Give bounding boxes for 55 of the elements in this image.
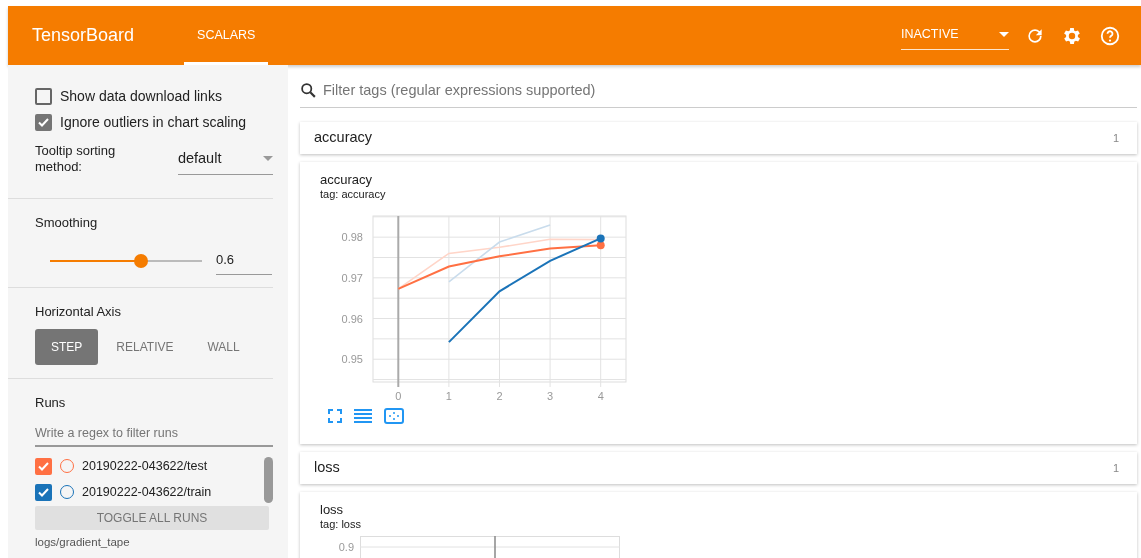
check-icon bbox=[38, 487, 49, 497]
y-tick-label: 0.97 bbox=[341, 271, 363, 284]
scrollbar[interactable] bbox=[264, 457, 273, 504]
x-tick-label: 2 bbox=[496, 389, 503, 402]
tooltip-sorting-label: Tooltip sorting method: bbox=[35, 143, 117, 176]
category-name: loss bbox=[314, 457, 340, 477]
help-icon[interactable] bbox=[1099, 24, 1121, 47]
chart-tag: tag: accuracy bbox=[320, 187, 1117, 202]
run-status-dropdown[interactable]: INACTIVE bbox=[901, 21, 1009, 50]
search-icon bbox=[300, 82, 317, 100]
checkbox[interactable] bbox=[35, 113, 52, 131]
y-tick-label: 0.98 bbox=[341, 230, 363, 243]
y-tick-label: 0.9 bbox=[337, 540, 355, 553]
check-icon bbox=[38, 461, 49, 471]
checkbox-label: Show data download links bbox=[60, 86, 222, 106]
y-tick-label: 0.96 bbox=[341, 312, 363, 325]
category-name: accuracy bbox=[314, 127, 373, 147]
toggle-all-runs-button[interactable]: TOGGLE ALL RUNS bbox=[35, 506, 269, 531]
section-title: Horizontal Axis bbox=[35, 302, 122, 321]
run-name: 20190222-043622/train bbox=[82, 483, 212, 501]
category-header[interactable]: loss 1 bbox=[300, 451, 1137, 484]
x-tick-label: 3 bbox=[547, 389, 554, 402]
category-header[interactable]: accuracy 1 bbox=[300, 121, 1137, 154]
axis-option-button[interactable]: STEP bbox=[35, 329, 99, 365]
caret-icon bbox=[263, 156, 273, 162]
tag-filter-field[interactable]: Filter tags (regular expressions supported) bbox=[321, 79, 1137, 103]
chart-title: loss bbox=[320, 501, 345, 518]
count-label: 1 bbox=[1112, 130, 1119, 146]
section-title: Runs bbox=[35, 394, 67, 412]
run-filter-field[interactable]: Write a regex to filter runs bbox=[35, 420, 273, 448]
smoothing-value-field[interactable]: 0.6 bbox=[216, 248, 272, 275]
app-title: TensorBoard bbox=[32, 24, 135, 47]
count-label: 1 bbox=[1112, 460, 1119, 476]
run-checkbox[interactable] bbox=[35, 457, 52, 475]
y-tick-label: 0.95 bbox=[341, 352, 363, 365]
section-title: Smoothing bbox=[35, 213, 99, 232]
chart-tag: tag: loss bbox=[320, 517, 1117, 532]
checkbox-label: Ignore outliers in chart scaling bbox=[60, 112, 246, 132]
fullscreen-icon[interactable] bbox=[328, 408, 342, 423]
x-tick-label: 4 bbox=[597, 389, 604, 402]
series-end-dot bbox=[596, 240, 605, 249]
caret-icon bbox=[999, 31, 1009, 38]
log-directory-label: logs/gradient_tape bbox=[35, 535, 131, 551]
axis-option-button[interactable]: RELATIVE bbox=[100, 329, 190, 365]
axis-option-button[interactable]: WALL bbox=[191, 329, 256, 365]
checkbox[interactable] bbox=[35, 87, 52, 105]
list-icon[interactable] bbox=[354, 408, 372, 423]
sort-method-dropdown[interactable]: default bbox=[177, 143, 273, 175]
fit-domain-icon[interactable] bbox=[384, 407, 404, 424]
x-tick-label: 1 bbox=[445, 389, 452, 402]
check-icon bbox=[38, 117, 49, 127]
x-tick-label: 0 bbox=[395, 389, 402, 402]
run-name: 20190222-043622/test bbox=[82, 457, 208, 475]
chart-title: accuracy bbox=[320, 171, 374, 188]
run-checkbox[interactable] bbox=[35, 483, 52, 501]
